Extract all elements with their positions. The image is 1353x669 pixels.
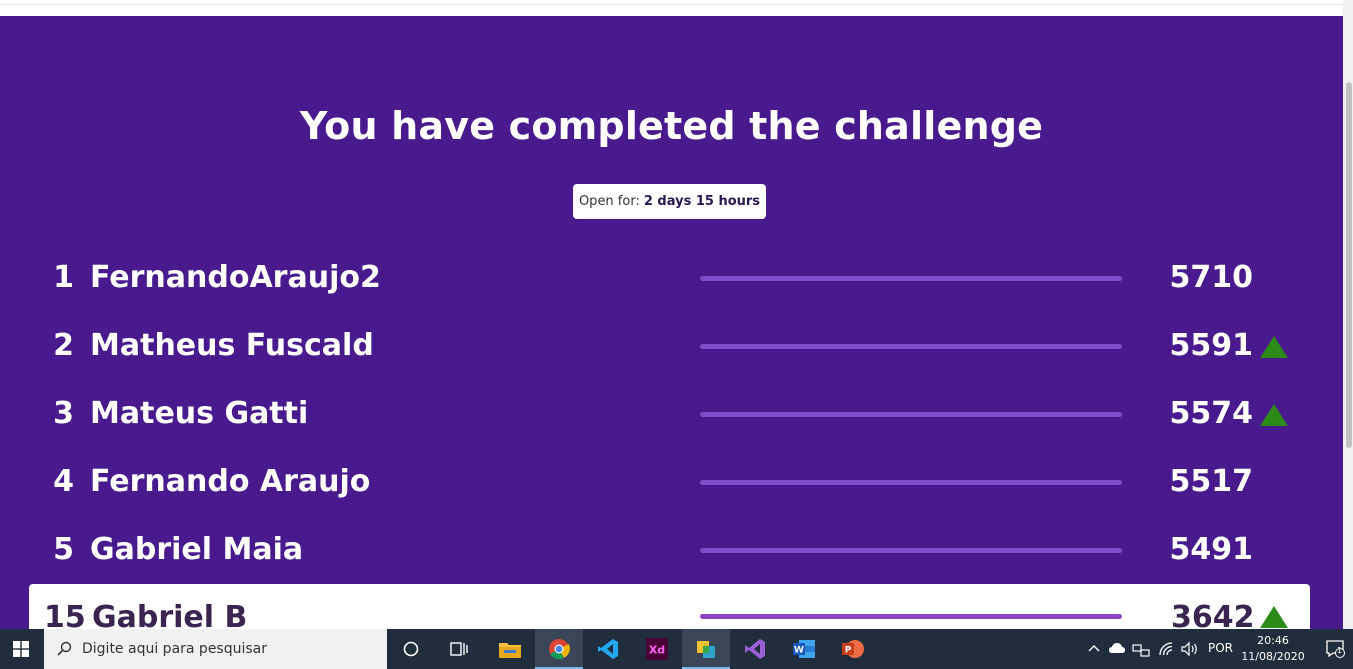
leaderboard-row: 4 Fernando Araujo 5517	[0, 448, 1343, 516]
windows-taskbar: Digite aqui para pesquisar Xd W P POR 20…	[0, 629, 1353, 669]
svg-text:W: W	[794, 646, 804, 656]
task-view-icon	[450, 642, 468, 656]
open-for-label: Open for:	[578, 194, 640, 209]
search-icon	[57, 641, 72, 656]
visual-studio-icon	[745, 639, 765, 659]
score-bar	[700, 276, 1122, 281]
chrome-button[interactable]	[535, 629, 583, 669]
file-explorer-icon	[499, 643, 521, 658]
score: 5710	[1169, 260, 1254, 295]
score: 3642	[1171, 600, 1255, 629]
word-button[interactable]: W	[780, 629, 828, 669]
svg-text:P: P	[845, 646, 852, 656]
open-for-value: 2 days 15 hours	[643, 194, 761, 209]
scrollbar-thumb[interactable]	[1346, 82, 1352, 448]
task-view-button[interactable]	[435, 629, 483, 669]
player-name: Gabriel Maia	[90, 532, 304, 567]
score-bar	[700, 344, 1122, 349]
score: 5591	[1169, 328, 1254, 363]
score-bar	[700, 548, 1122, 553]
clock-date: 11/08/2020	[1241, 650, 1305, 663]
trend-up-icon	[1260, 336, 1288, 358]
taskbar-search-box[interactable]: Digite aqui para pesquisar	[44, 629, 387, 669]
current-user-row: 15 Gabriel B 3642	[29, 584, 1310, 629]
powerpoint-icon: P	[842, 640, 864, 658]
player-name: FernandoAraujo2	[90, 260, 381, 295]
cortana-icon	[403, 641, 419, 657]
trend-up-icon	[1260, 404, 1288, 426]
search-placeholder: Digite aqui para pesquisar	[82, 641, 268, 657]
app-button[interactable]	[682, 629, 730, 669]
rank: 15	[44, 600, 86, 629]
page-title: You have completed the challenge	[299, 104, 1044, 148]
leaderboard-row: 3 Mateus Gatti 5574	[0, 380, 1343, 448]
rank: 3	[53, 396, 74, 431]
rank: 5	[53, 532, 74, 567]
browser-viewport: You have completed the challenge Open fo…	[0, 0, 1353, 629]
open-for-badge: Open for: 2 days 15 hours	[573, 184, 766, 219]
network-icon[interactable]	[1132, 641, 1150, 657]
clock-time: 20:46	[1257, 634, 1289, 647]
rank: 2	[53, 328, 74, 363]
leaderboard-row: 2 Matheus Fuscald 5591	[0, 312, 1343, 380]
rank: 4	[53, 464, 74, 499]
score-bar	[700, 614, 1122, 619]
notification-icon	[1325, 640, 1345, 658]
score: 5491	[1169, 532, 1254, 567]
system-tray: POR	[1080, 629, 1353, 669]
word-icon: W	[793, 640, 815, 658]
volume-icon[interactable]	[1181, 641, 1199, 657]
adobe-xd-button[interactable]: Xd	[633, 629, 681, 669]
action-center-button[interactable]: 1	[1318, 629, 1353, 669]
leaderboard-row: 5 Gabriel Maia 5491	[0, 516, 1343, 584]
app-icon	[697, 641, 715, 658]
visual-studio-button[interactable]	[731, 629, 779, 669]
vscode-button[interactable]	[584, 629, 632, 669]
windows-logo-icon	[13, 641, 29, 657]
leaderboard-row: 1 FernandoAraujo2 5710	[0, 244, 1343, 312]
chrome-icon	[549, 639, 570, 660]
adobe-xd-icon: Xd	[646, 638, 668, 660]
svg-text:Xd: Xd	[649, 644, 665, 657]
score: 5574	[1169, 396, 1254, 431]
player-name: Fernando Araujo	[90, 464, 371, 499]
page-top-strip	[0, 0, 1343, 5]
trend-up-icon	[1260, 606, 1288, 628]
player-name: Mateus Gatti	[90, 396, 309, 431]
score: 5517	[1169, 464, 1254, 499]
score-bar	[700, 412, 1122, 417]
score-bar	[700, 480, 1122, 485]
file-explorer-button[interactable]	[486, 629, 534, 669]
player-name: Gabriel B	[92, 600, 248, 629]
chevron-up-icon[interactable]	[1088, 643, 1100, 653]
start-button[interactable]	[0, 629, 42, 669]
wifi-icon[interactable]	[1158, 641, 1176, 657]
player-name: Matheus Fuscald	[90, 328, 374, 363]
vscode-icon	[598, 639, 618, 659]
cortana-button[interactable]	[387, 629, 435, 669]
taskbar-clock[interactable]: 20:46 11/08/2020	[1238, 633, 1308, 665]
notification-count: 1	[1337, 646, 1343, 655]
input-language[interactable]: POR	[1208, 641, 1233, 655]
powerpoint-button[interactable]: P	[829, 629, 877, 669]
rank: 1	[53, 260, 74, 295]
onedrive-icon[interactable]	[1108, 642, 1126, 654]
